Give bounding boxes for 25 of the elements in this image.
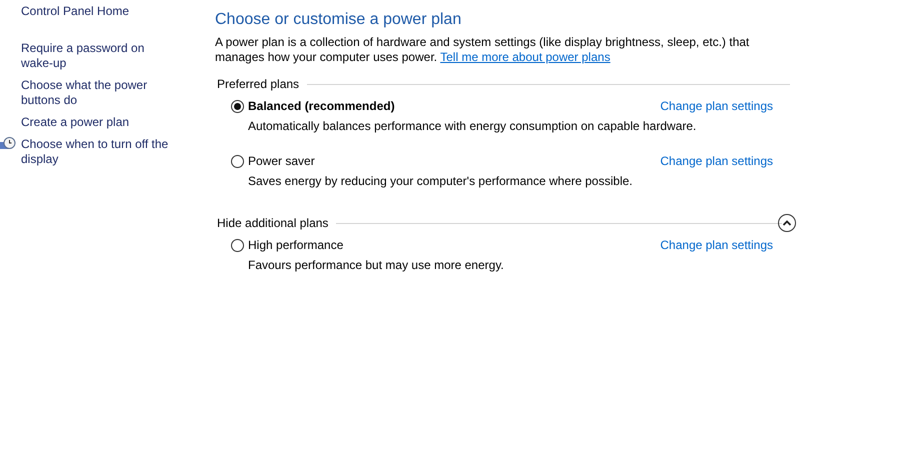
sidebar-link[interactable]: Create a power plan [21, 115, 171, 130]
sidebar-link[interactable]: Choose when to turn off the display [21, 137, 171, 167]
home-link[interactable]: Control Panel Home [21, 4, 130, 19]
group-heading: Preferred plans [217, 76, 300, 93]
group-heading: Hide additional plans [217, 215, 328, 232]
page-title: Choose or customise a power plan [215, 10, 462, 30]
plan-description: Automatically balances performance with energy consumption on capable hardware. [247, 118, 698, 135]
change-settings-link[interactable]: Change plan settings [660, 236, 773, 254]
help-link[interactable]: Tell me more about power plans [440, 50, 610, 64]
change-settings-link[interactable]: Change plan settings [660, 97, 773, 115]
radio-button[interactable] [231, 100, 244, 112]
collapse-button[interactable] [778, 214, 796, 232]
clock-icon [0, 137, 16, 151]
radio-button[interactable] [231, 238, 244, 252]
sidebar-link[interactable]: Choose what the power buttons do [21, 78, 171, 108]
change-settings-link[interactable]: Change plan settings [660, 152, 773, 170]
plan-description: Saves energy by reducing your computer's performance where possible. [247, 173, 634, 190]
plan-name[interactable]: High performance [248, 236, 344, 254]
sidebar-link[interactable]: Require a password on wake-up [21, 41, 171, 71]
description-text: A power plan is a collection of hardware and system settings (like display brightness, sleep, etc.) that manages how your computer uses power. Tell me more about power plans [215, 35, 750, 65]
radio-button[interactable] [231, 154, 244, 168]
plan-name[interactable]: Balanced (recommended) [248, 97, 395, 115]
plan-name[interactable]: Power saver [248, 152, 315, 170]
plan-description: Favours performance but may use more energy. [247, 257, 505, 274]
chevron-up-icon [782, 219, 792, 227]
